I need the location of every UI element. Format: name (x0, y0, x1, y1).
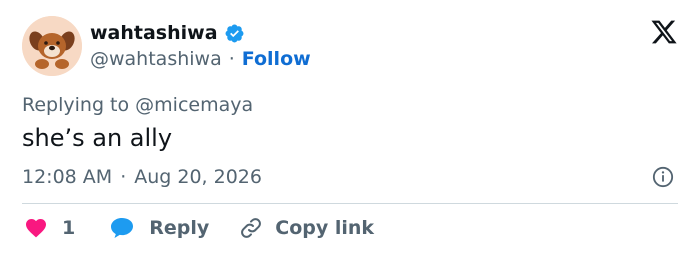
author-handle[interactable]: @wahtashiwa (90, 48, 222, 70)
tweet-embed-card: wahtashiwa @wahtashiwa · Follow Replying… (0, 0, 700, 256)
action-bar: 1 Reply Copy link (24, 216, 374, 240)
tweet-time: 12:08 AM (22, 166, 113, 188)
info-icon[interactable] (652, 166, 674, 188)
x-logo-icon[interactable] (650, 18, 678, 46)
reply-button[interactable]: Reply (109, 216, 209, 240)
speech-bubble-icon (111, 218, 134, 238)
reply-label: Reply (149, 217, 210, 239)
author-handle-row: @wahtashiwa · Follow (90, 48, 311, 70)
copy-link-button[interactable]: Copy link (239, 216, 374, 240)
verified-badge-icon (225, 24, 243, 42)
author-name-row: wahtashiwa (90, 22, 245, 44)
copy-link-label: Copy link (275, 217, 375, 239)
handle-separator: · (228, 48, 235, 70)
divider (22, 203, 678, 204)
tweet-date: Aug 20, 2026 (134, 166, 262, 188)
replying-to-line: Replying to @micemaya (22, 94, 253, 116)
avatar[interactable] (22, 16, 82, 76)
dog-avatar-icon (22, 16, 82, 76)
author-display-name[interactable]: wahtashiwa (90, 22, 218, 44)
like-count: 1 (62, 217, 76, 239)
tweet-text: she’s an ally (22, 124, 173, 152)
like-button[interactable]: 1 (24, 216, 75, 240)
follow-button[interactable]: Follow (242, 48, 311, 70)
tweet-timestamp[interactable]: 12:08 AM · Aug 20, 2026 (22, 166, 262, 188)
heart-icon (26, 219, 46, 238)
timestamp-separator: · (120, 166, 127, 188)
replying-to-prefix: Replying to (22, 94, 136, 116)
replying-to-mention[interactable]: @micemaya (135, 94, 253, 116)
link-icon (241, 218, 262, 238)
